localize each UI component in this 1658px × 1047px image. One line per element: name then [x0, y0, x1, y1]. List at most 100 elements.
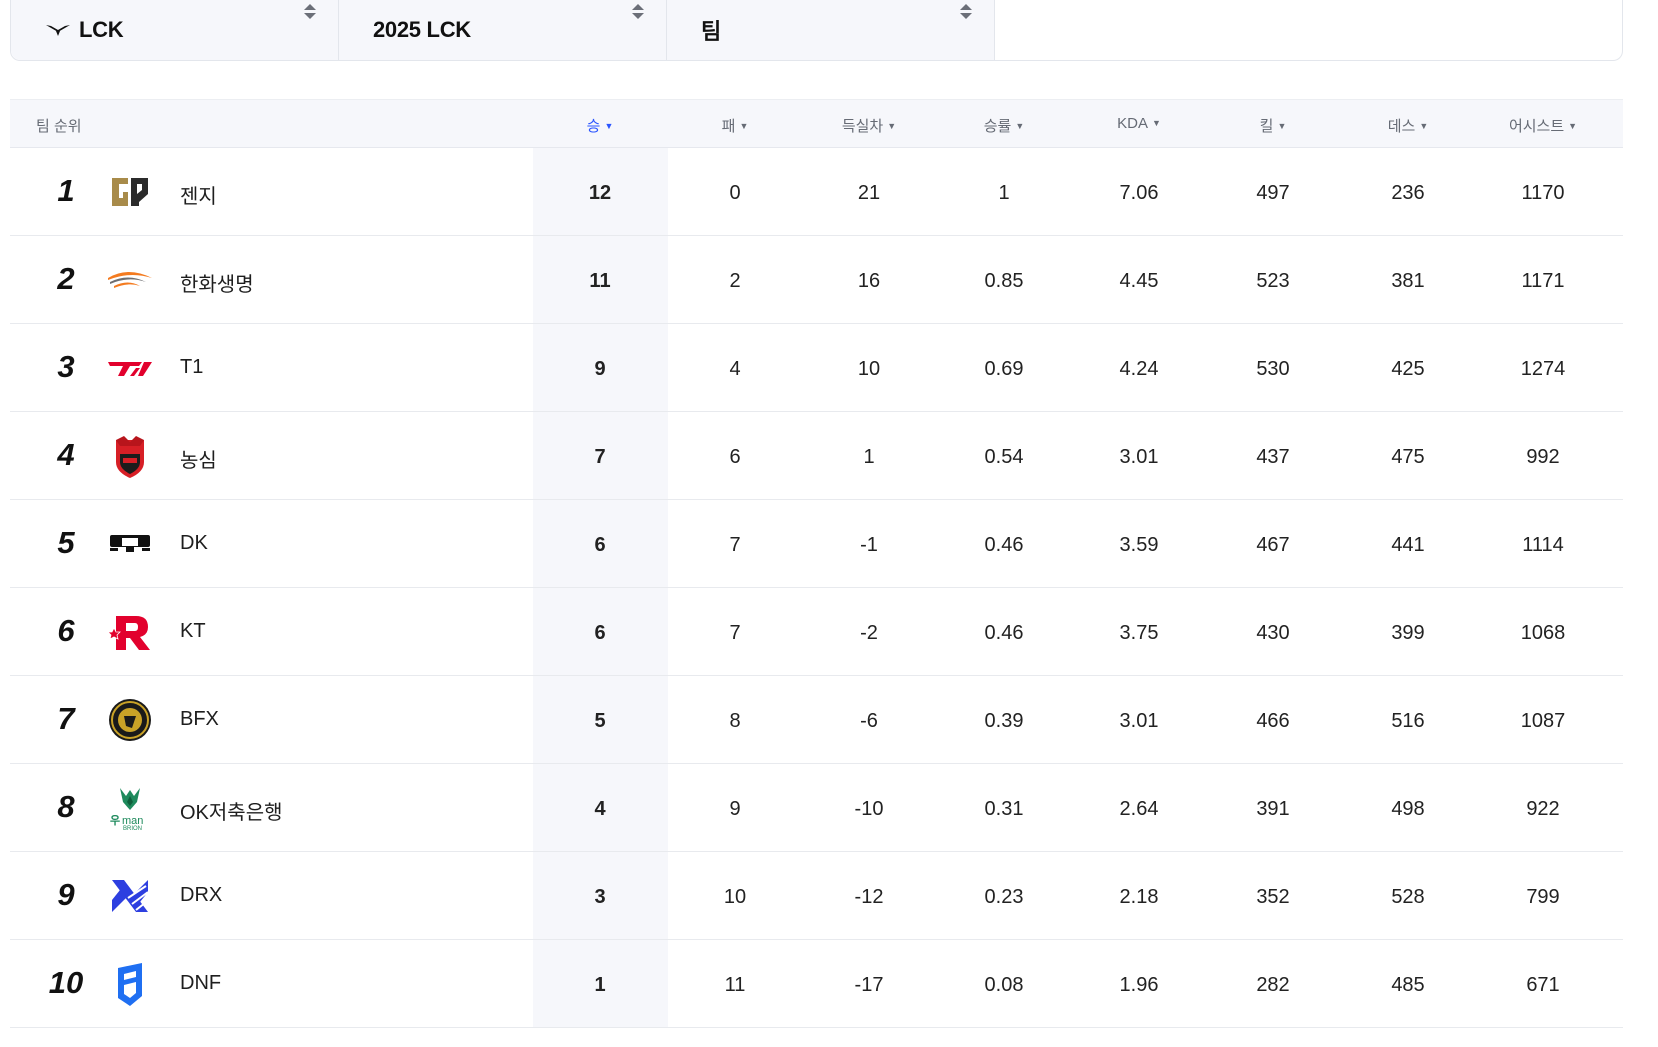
goal-diff-cell: -6: [860, 710, 878, 732]
table-row[interactable]: 5 DK 6 7 -1 0.46 3.59 467 441 1114: [10, 500, 1623, 588]
standings-table: 팀 순위 승 ▼ 패 ▼ 득실차 ▼ 승률 ▼ KDA ▼ 킬 ▼ 데스 ▼ 어시스트 ▼ 1 …: [10, 99, 1623, 1028]
losses-cell: 2: [729, 270, 741, 292]
drx-logo-icon: [112, 880, 151, 912]
header-wins[interactable]: 승 ▼: [587, 115, 614, 136]
rank-number: 7: [57, 701, 75, 736]
assists-cell: 1087: [1520, 710, 1566, 732]
category-dropdown[interactable]: 팀: [667, 0, 995, 60]
bfx-logo-icon: [109, 699, 151, 741]
hanwha-logo-icon: [108, 272, 152, 288]
goal-diff-cell: 21: [857, 182, 881, 204]
deaths-cell: 498: [1391, 798, 1425, 820]
table-row[interactable]: 9 DRX 3 10 -12 0.23 2.18 352 528 799: [10, 852, 1623, 940]
win-rate-cell: 0.23: [984, 886, 1024, 908]
header-assists[interactable]: 어시스트 ▼: [1509, 115, 1577, 136]
kda-cell: 3.75: [1119, 622, 1159, 644]
table-row[interactable]: 1 젠지 12 0 21 1 7.06 497 236 1170: [10, 148, 1623, 236]
filter-bar: LCK 2025 LCK 팀: [10, 0, 1623, 61]
losses-cell: 0: [729, 182, 741, 204]
header-deaths[interactable]: 데스 ▼: [1388, 115, 1429, 136]
goal-diff-cell: -2: [860, 622, 878, 644]
sort-caret-icon: ▼: [1015, 121, 1025, 131]
t1-logo-icon: [108, 362, 152, 376]
lck-logo-icon: [46, 25, 70, 36]
losses-cell: 10: [723, 886, 747, 908]
team-name[interactable]: 농심: [180, 444, 217, 473]
deaths-cell: 516: [1391, 710, 1425, 732]
table-row[interactable]: 10 DNF 1 11 -17 0.08 1.96 282 485 671: [10, 940, 1623, 1028]
header-goal-diff[interactable]: 득실차 ▼: [842, 115, 896, 136]
kda-cell: 4.24: [1119, 358, 1159, 380]
rank-number: 5: [57, 525, 75, 560]
season-dropdown-value: 2025 LCK: [373, 17, 471, 42]
team-name[interactable]: DNF: [180, 972, 221, 995]
league-dropdown[interactable]: LCK: [11, 0, 339, 60]
sort-caret-icon: ▼: [1151, 118, 1161, 128]
assists-cell: 1170: [1521, 182, 1565, 204]
rank-number: 8: [57, 789, 75, 824]
table-row[interactable]: 6 KT 6 7 -2 0.46 3.75 430 399 1068: [10, 588, 1623, 676]
win-rate-cell: 0.69: [984, 358, 1024, 380]
table-row[interactable]: 2 한화생명 11 2 16 0.85 4.45 523 381 1171: [10, 236, 1623, 324]
kills-cell: 282: [1256, 974, 1290, 996]
team-name[interactable]: KT: [180, 620, 206, 643]
goal-diff-cell: -17: [854, 974, 884, 996]
wins-cell: 4: [594, 798, 606, 820]
team-name[interactable]: DRX: [180, 884, 222, 907]
rank-number: 6: [57, 613, 75, 648]
sort-caret-icon: ▼: [1568, 121, 1578, 131]
kda-cell: 3.01: [1119, 446, 1159, 468]
table-row[interactable]: 7 BFX 5 8 -6 0.39 3.01 466 516 1087: [10, 676, 1623, 764]
svg-text:우: 우: [110, 814, 120, 827]
assists-cell: 799: [1526, 886, 1560, 908]
dropdown-arrows-icon: [632, 4, 644, 19]
losses-cell: 7: [729, 622, 741, 644]
header-kills[interactable]: 킬 ▼: [1260, 115, 1287, 136]
wins-cell: 11: [589, 270, 611, 292]
kda-cell: 1.96: [1119, 974, 1159, 996]
losses-cell: 4: [729, 358, 741, 380]
win-rate-cell: 0.85: [984, 270, 1024, 292]
win-rate-cell: 0.54: [984, 446, 1024, 468]
wins-cell: 7: [594, 446, 606, 468]
table-row[interactable]: 4 농심 7 6 1 0.54 3.01 437 475 992: [10, 412, 1623, 500]
wins-cell: 6: [594, 534, 606, 556]
team-name[interactable]: DK: [180, 532, 208, 555]
wins-cell: 1: [594, 974, 606, 996]
filter-bar-spacer: [995, 0, 1622, 60]
table-header: 팀 순위 승 ▼ 패 ▼ 득실차 ▼ 승률 ▼ KDA ▼ 킬 ▼ 데스 ▼ 어시스트 ▼: [10, 99, 1623, 148]
rank-number: 3: [57, 349, 75, 384]
kills-cell: 430: [1256, 622, 1290, 644]
season-dropdown[interactable]: 2025 LCK: [339, 0, 667, 60]
deaths-cell: 475: [1391, 446, 1425, 468]
team-name[interactable]: T1: [180, 356, 203, 379]
dropdown-arrows-icon: [960, 4, 972, 19]
header-losses[interactable]: 패 ▼: [722, 115, 749, 136]
team-name[interactable]: 젠지: [180, 180, 217, 209]
dropdown-arrows-icon: [304, 4, 316, 19]
kda-cell: 2.64: [1119, 798, 1159, 820]
nongshim-logo-icon: [116, 436, 144, 478]
kda-cell: 4.45: [1119, 270, 1159, 292]
team-name[interactable]: BFX: [180, 708, 219, 731]
team-name[interactable]: 한화생명: [180, 268, 254, 297]
rank-number: 4: [57, 437, 75, 472]
table-row[interactable]: 3 T1 9 4 10 0.69 4.24 530 425 1274: [10, 324, 1623, 412]
brion-logo-icon: 우 man BRION: [110, 788, 143, 832]
header-win-rate[interactable]: 승률 ▼: [984, 115, 1025, 136]
wins-cell: 12: [588, 182, 612, 204]
rank-number: 1: [57, 173, 75, 208]
table-row[interactable]: 8 우 man BRION OK저축은행 4 9 -10 0.31 2.64 3…: [10, 764, 1623, 852]
assists-cell: 922: [1526, 798, 1560, 820]
deaths-cell: 441: [1391, 534, 1425, 556]
sort-caret-icon: ▼: [739, 121, 749, 131]
deaths-cell: 381: [1391, 270, 1425, 292]
kda-cell: 3.01: [1119, 710, 1159, 732]
kills-cell: 497: [1256, 182, 1290, 204]
header-kda[interactable]: KDA ▼: [1117, 115, 1161, 132]
team-name[interactable]: OK저축은행: [180, 796, 283, 825]
deaths-cell: 399: [1391, 622, 1425, 644]
losses-cell: 11: [724, 974, 746, 996]
deaths-cell: 425: [1391, 358, 1425, 380]
losses-cell: 9: [729, 798, 741, 820]
